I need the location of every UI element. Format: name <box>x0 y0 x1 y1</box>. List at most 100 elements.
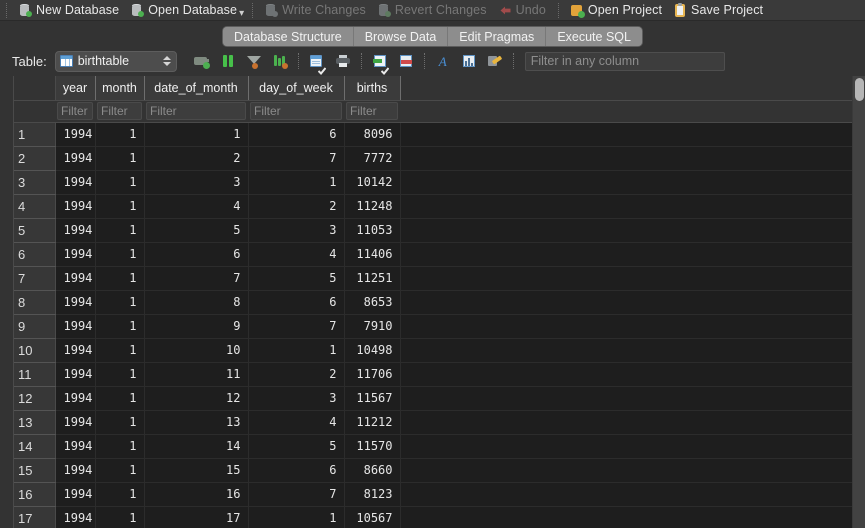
edit-cell-icon[interactable] <box>482 49 508 73</box>
cell-date-of-month[interactable]: 9 <box>144 314 249 339</box>
row-header[interactable]: 7 <box>14 266 56 291</box>
cell-year[interactable]: 1994 <box>55 146 96 171</box>
open-database-button[interactable]: Open Database <box>125 0 243 20</box>
cell-day-of-week[interactable]: 1 <box>248 338 345 363</box>
plot-icon[interactable] <box>456 49 482 73</box>
filter-cell-date-of-month[interactable]: Filter <box>144 100 248 123</box>
cell-births[interactable]: 11570 <box>344 434 401 459</box>
table-row[interactable]: 6 1994 1 6 4 11406 <box>14 242 865 267</box>
row-header[interactable]: 16 <box>14 482 56 507</box>
vertical-scrollbar[interactable] <box>852 76 865 528</box>
table-row[interactable]: 12 1994 1 12 3 11567 <box>14 386 865 411</box>
row-header[interactable]: 12 <box>14 386 56 411</box>
row-header[interactable]: 15 <box>14 458 56 483</box>
cell-month[interactable]: 1 <box>95 386 145 411</box>
delete-record-icon[interactable] <box>215 49 241 73</box>
cell-births[interactable]: 11567 <box>344 386 401 411</box>
cell-year[interactable]: 1994 <box>55 314 96 339</box>
cell-births[interactable]: 10142 <box>344 170 401 195</box>
cell-year[interactable]: 1994 <box>55 410 96 435</box>
cell-date-of-month[interactable]: 5 <box>144 218 249 243</box>
column-header-year[interactable]: year <box>55 76 96 101</box>
row-header[interactable]: 9 <box>14 314 56 339</box>
filter-cell-births[interactable]: Filter <box>344 100 400 123</box>
cell-month[interactable]: 1 <box>95 362 145 387</box>
cell-year[interactable]: 1994 <box>55 458 96 483</box>
filter-cell-month[interactable]: Filter <box>95 100 144 123</box>
cell-date-of-month[interactable]: 16 <box>144 482 249 507</box>
header-corner[interactable] <box>14 76 56 101</box>
cell-date-of-month[interactable]: 15 <box>144 458 249 483</box>
format-function-icon[interactable]: A <box>430 49 456 73</box>
cell-day-of-week[interactable]: 5 <box>248 266 345 291</box>
table-row[interactable]: 10 1994 1 10 1 10498 <box>14 338 865 363</box>
row-header[interactable]: 10 <box>14 338 56 363</box>
table-row[interactable]: 13 1994 1 13 4 11212 <box>14 410 865 435</box>
cell-year[interactable]: 1994 <box>55 434 96 459</box>
cell-day-of-week[interactable]: 1 <box>248 506 345 528</box>
column-header-date-of-month[interactable]: date_of_month <box>144 76 249 101</box>
cell-births[interactable]: 10498 <box>344 338 401 363</box>
cell-day-of-week[interactable]: 7 <box>248 314 345 339</box>
scrollbar-thumb[interactable] <box>855 78 864 101</box>
tab-database-structure[interactable]: Database Structure <box>223 27 354 46</box>
table-row[interactable]: 11 1994 1 11 2 11706 <box>14 362 865 387</box>
cell-date-of-month[interactable]: 13 <box>144 410 249 435</box>
cell-date-of-month[interactable]: 14 <box>144 434 249 459</box>
cell-day-of-week[interactable]: 1 <box>248 170 345 195</box>
cell-month[interactable]: 1 <box>95 170 145 195</box>
cell-day-of-week[interactable]: 2 <box>248 362 345 387</box>
cell-date-of-month[interactable]: 17 <box>144 506 249 528</box>
chevron-down-icon[interactable]: ▾ <box>239 8 244 19</box>
table-row[interactable]: 1 1994 1 1 6 8096 <box>14 122 865 147</box>
table-row[interactable]: 15 1994 1 15 6 8660 <box>14 458 865 483</box>
row-header[interactable]: 14 <box>14 434 56 459</box>
row-header[interactable]: 13 <box>14 410 56 435</box>
cell-births[interactable]: 11406 <box>344 242 401 267</box>
cell-date-of-month[interactable]: 1 <box>144 122 249 147</box>
cell-month[interactable]: 1 <box>95 218 145 243</box>
write-changes-button[interactable]: Write Changes <box>259 0 372 20</box>
cell-day-of-week[interactable]: 3 <box>248 386 345 411</box>
new-database-button[interactable]: New Database <box>13 0 125 20</box>
cell-month[interactable]: 1 <box>95 314 145 339</box>
cell-month[interactable]: 1 <box>95 458 145 483</box>
undo-button[interactable]: Undo <box>493 0 552 20</box>
cell-day-of-week[interactable]: 4 <box>248 242 345 267</box>
cell-month[interactable]: 1 <box>95 482 145 507</box>
cell-month[interactable]: 1 <box>95 146 145 171</box>
table-row[interactable]: 3 1994 1 3 1 10142 <box>14 170 865 195</box>
cell-month[interactable]: 1 <box>95 434 145 459</box>
column-header-month[interactable]: month <box>95 76 145 101</box>
filter-cell-year[interactable]: Filter <box>55 100 95 123</box>
tab-browse-data[interactable]: Browse Data <box>353 27 449 46</box>
print-icon[interactable] <box>330 49 356 73</box>
cell-month[interactable]: 1 <box>95 338 145 363</box>
row-header[interactable]: 3 <box>14 170 56 195</box>
row-header[interactable]: 17 <box>14 506 56 528</box>
row-header[interactable]: 8 <box>14 290 56 315</box>
cell-year[interactable]: 1994 <box>55 338 96 363</box>
filter-any-column-input[interactable]: Filter in any column <box>524 51 725 71</box>
table-select[interactable]: birthtable <box>54 50 177 72</box>
cell-date-of-month[interactable]: 2 <box>144 146 249 171</box>
table-row[interactable]: 2 1994 1 2 7 7772 <box>14 146 865 171</box>
data-grid[interactable]: year month date_of_month day_of_week bir… <box>14 76 865 528</box>
cell-date-of-month[interactable]: 10 <box>144 338 249 363</box>
cell-births[interactable]: 7772 <box>344 146 401 171</box>
cell-births[interactable]: 8653 <box>344 290 401 315</box>
cell-day-of-week[interactable]: 3 <box>248 218 345 243</box>
cell-year[interactable]: 1994 <box>55 242 96 267</box>
cell-date-of-month[interactable]: 7 <box>144 266 249 291</box>
cell-births[interactable]: 8096 <box>344 122 401 147</box>
cell-date-of-month[interactable]: 11 <box>144 362 249 387</box>
revert-changes-button[interactable]: Revert Changes <box>372 0 493 20</box>
cell-month[interactable]: 1 <box>95 242 145 267</box>
cell-day-of-week[interactable]: 6 <box>248 458 345 483</box>
cell-year[interactable]: 1994 <box>55 506 96 528</box>
cell-day-of-week[interactable]: 7 <box>248 146 345 171</box>
cell-year[interactable]: 1994 <box>55 386 96 411</box>
cell-date-of-month[interactable]: 4 <box>144 194 249 219</box>
cell-births[interactable]: 11251 <box>344 266 401 291</box>
cell-day-of-week[interactable]: 6 <box>248 122 345 147</box>
